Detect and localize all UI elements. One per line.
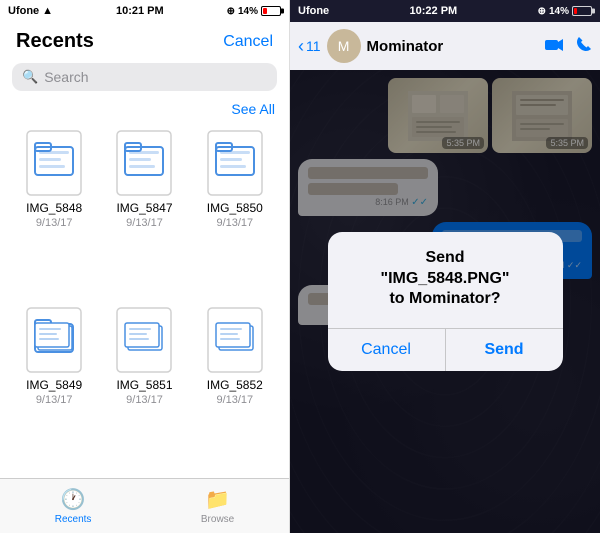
right-status-right: ⊕ 14% bbox=[538, 6, 592, 17]
chevron-left-icon: ‹ bbox=[298, 36, 304, 57]
left-panel: Ufone ▲ 10:21 PM ⊕ 14% Recents Cancel 🔍 … bbox=[0, 0, 290, 533]
recents-tab-label: Recents bbox=[55, 514, 92, 525]
left-battery-fill bbox=[263, 8, 267, 14]
left-signal: ▲ bbox=[42, 5, 53, 17]
left-location-icon: ⊕ bbox=[227, 6, 235, 17]
left-carrier: Ufone bbox=[8, 5, 39, 17]
left-battery-icon bbox=[261, 6, 281, 16]
right-panel: Ufone 10:22 PM ⊕ 14% ‹ 11 M Mominator bbox=[290, 0, 600, 533]
dialog-content: Send "IMG_5848.PNG" to Mominator? bbox=[328, 232, 563, 328]
right-battery-pct: 14% bbox=[549, 6, 569, 17]
list-item[interactable]: IMG_5851 9/13/17 bbox=[104, 306, 184, 473]
dialog-overlay: Send "IMG_5848.PNG" to Mominator? Cancel… bbox=[290, 70, 600, 533]
browse-tab-icon: 📁 bbox=[205, 487, 230, 512]
recents-title: Recents bbox=[16, 30, 94, 53]
tab-recents[interactable]: 🕐 Recents bbox=[55, 487, 92, 525]
left-header: Recents Cancel bbox=[0, 22, 289, 59]
left-status-bar: Ufone ▲ 10:21 PM ⊕ 14% bbox=[0, 0, 289, 22]
files-grid: IMG_5848 9/13/17 IMG_5847 9/13/17 bbox=[0, 123, 289, 478]
file-icon-2 bbox=[206, 129, 264, 197]
list-item[interactable]: IMG_5848 9/13/17 bbox=[14, 129, 94, 296]
see-all-button[interactable]: See All bbox=[231, 101, 275, 117]
right-carrier: Ufone bbox=[298, 5, 329, 17]
back-button[interactable]: ‹ 11 bbox=[298, 36, 321, 57]
back-count: 11 bbox=[306, 38, 321, 54]
cancel-button[interactable]: Cancel bbox=[223, 33, 273, 51]
right-battery-icon bbox=[572, 6, 592, 16]
dialog-recipient: to Mominator? bbox=[389, 290, 500, 307]
file-date-5: 9/13/17 bbox=[216, 394, 253, 406]
avatar: M bbox=[327, 29, 361, 63]
right-status-left: Ufone bbox=[298, 5, 329, 17]
file-name-3: IMG_5849 bbox=[26, 378, 82, 392]
file-name-0: IMG_5848 bbox=[26, 201, 82, 215]
search-bar[interactable]: 🔍 Search bbox=[12, 63, 277, 91]
dialog-filename: "IMG_5848.PNG" bbox=[381, 270, 510, 287]
confirm-dialog: Send "IMG_5848.PNG" to Mominator? Cancel… bbox=[328, 232, 563, 371]
file-date-4: 9/13/17 bbox=[126, 394, 163, 406]
dialog-title: Send "IMG_5848.PNG" to Mominator? bbox=[348, 248, 543, 310]
file-icon-0 bbox=[25, 129, 83, 197]
list-item[interactable]: IMG_5850 9/13/17 bbox=[195, 129, 275, 296]
dialog-actions: Cancel Send bbox=[328, 328, 563, 371]
browse-tab-label: Browse bbox=[201, 514, 234, 525]
file-icon-5 bbox=[206, 306, 264, 374]
list-item[interactable]: IMG_5847 9/13/17 bbox=[104, 129, 184, 296]
list-item[interactable]: IMG_5852 9/13/17 bbox=[195, 306, 275, 473]
search-placeholder: Search bbox=[44, 69, 88, 85]
dialog-send-text: Send bbox=[425, 249, 464, 266]
recents-tab-icon: 🕐 bbox=[61, 487, 86, 512]
dialog-send-button[interactable]: Send bbox=[446, 329, 563, 371]
left-time: 10:21 PM bbox=[116, 5, 164, 17]
video-call-icon[interactable] bbox=[544, 36, 564, 57]
right-status-bar: Ufone 10:22 PM ⊕ 14% bbox=[290, 0, 600, 22]
file-date-3: 9/13/17 bbox=[36, 394, 73, 406]
dialog-cancel-button[interactable]: Cancel bbox=[328, 329, 446, 371]
tab-browse[interactable]: 📁 Browse bbox=[201, 487, 234, 525]
file-date-0: 9/13/17 bbox=[36, 217, 73, 229]
see-all-row: See All bbox=[0, 99, 289, 123]
header-actions bbox=[544, 36, 592, 57]
file-date-1: 9/13/17 bbox=[126, 217, 163, 229]
chat-area: 5:35 PM 5:35 PM bbox=[290, 70, 600, 533]
right-location-icon: ⊕ bbox=[538, 6, 546, 17]
phone-call-icon[interactable] bbox=[576, 36, 592, 57]
file-date-2: 9/13/17 bbox=[216, 217, 253, 229]
search-icon: 🔍 bbox=[22, 69, 38, 85]
right-time: 10:22 PM bbox=[410, 5, 458, 17]
right-battery-fill bbox=[574, 8, 577, 14]
file-name-4: IMG_5851 bbox=[116, 378, 172, 392]
file-name-5: IMG_5852 bbox=[207, 378, 263, 392]
tab-bar: 🕐 Recents 📁 Browse bbox=[0, 478, 289, 533]
right-header: ‹ 11 M Mominator bbox=[290, 22, 600, 70]
left-battery-pct: 14% bbox=[238, 6, 258, 17]
left-status-right: ⊕ 14% bbox=[227, 6, 281, 17]
list-item[interactable]: IMG_5849 9/13/17 bbox=[14, 306, 94, 473]
file-icon-1 bbox=[115, 129, 173, 197]
file-icon-4 bbox=[115, 306, 173, 374]
file-name-1: IMG_5847 bbox=[116, 201, 172, 215]
contact-name[interactable]: Mominator bbox=[367, 38, 538, 55]
file-name-2: IMG_5850 bbox=[207, 201, 263, 215]
left-status-left: Ufone ▲ bbox=[8, 5, 53, 17]
file-icon-3 bbox=[25, 306, 83, 374]
avatar-initial: M bbox=[338, 38, 350, 54]
